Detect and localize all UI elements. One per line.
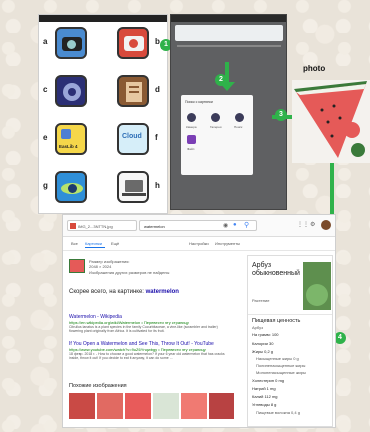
best-guess-link[interactable]: watermelon — [146, 289, 179, 295]
tile-label-f: f — [155, 133, 158, 142]
tab-tools[interactable]: Инструменты — [215, 241, 240, 246]
mic-icon[interactable]: ● — [233, 222, 237, 228]
tab-all[interactable]: Все — [71, 241, 78, 246]
step-2-badge: 2 — [215, 74, 227, 86]
image-search-dialog: Поиск с картинки Камера Галерея Поиск Фа… — [181, 95, 253, 175]
best-guess-prefix: Скорее всего, на картинке: — [69, 289, 144, 295]
kp-row: Насыщенные жиры 0 g — [256, 356, 299, 361]
search-query: watermelon — [144, 224, 165, 229]
search-input[interactable]: watermelon — [139, 220, 257, 231]
browser-status-bar — [171, 15, 286, 22]
settings-gear-icon[interactable]: ⚙ — [310, 221, 315, 228]
google-lens-app-icon[interactable] — [117, 27, 149, 59]
file-option-icon[interactable] — [187, 135, 196, 144]
search-option-icon[interactable] — [235, 113, 244, 122]
similar-image[interactable] — [181, 393, 207, 419]
file-option-label: Файл — [187, 147, 195, 151]
kp-divider — [248, 314, 332, 315]
camera-search-icon[interactable]: ◉ — [223, 222, 228, 229]
kp-row: Калий 112 mg — [252, 394, 278, 399]
tile-label-a: a — [43, 37, 48, 46]
kp-nutrition-subtitle: Арбуз — [252, 325, 263, 330]
query-thumbnail[interactable] — [69, 259, 85, 273]
kp-image[interactable] — [303, 262, 331, 310]
best-guess: Скорее всего, на картинке: watermelon — [69, 289, 179, 295]
active-tab-underline — [85, 247, 105, 248]
similar-images-row — [69, 393, 234, 423]
kp-subtitle: Растение — [252, 298, 270, 303]
gallery-option-icon[interactable] — [211, 113, 220, 122]
address-bar[interactable] — [175, 25, 283, 41]
camera-app-icon[interactable] — [55, 27, 87, 59]
apps-grid-icon[interactable]: ⋮⋮ — [297, 221, 309, 228]
easlib-app-icon[interactable]: EasLib 4 — [55, 123, 87, 155]
phone-home-screen: a b c d e EasLib 4 Cloud f g h — [38, 14, 168, 214]
eye-app-icon[interactable] — [55, 171, 87, 203]
laptop-app-icon[interactable] — [117, 171, 149, 203]
watermelon-photo — [292, 80, 370, 163]
kp-row: Калории 30 — [252, 341, 274, 346]
similar-image[interactable] — [125, 393, 151, 419]
tabs-divider — [63, 250, 335, 251]
search-icon[interactable]: ⚲ — [244, 221, 249, 229]
kp-portion: На грамм: 100 — [252, 332, 279, 337]
camera-option-icon[interactable] — [187, 113, 196, 122]
kp-row: Жиры 0,2 g — [252, 349, 274, 354]
tab-settings[interactable]: Настройки — [189, 241, 209, 246]
image-size-value: 2048 × 2024 — [89, 264, 112, 269]
gallery-option-label: Галерея — [210, 125, 222, 129]
search-option-label: Поиск — [234, 125, 243, 129]
avatar[interactable] — [321, 220, 331, 230]
similar-image[interactable] — [153, 393, 179, 419]
dialog-title: Поиск с картинки — [185, 100, 213, 104]
search-results-screenshot: IMG_2...3NTTN.jpg watermelon ◉ ● ⚲ ⋮⋮ ⚙ … — [62, 214, 336, 428]
similar-image[interactable] — [69, 393, 95, 419]
step-3-badge: 3 — [275, 109, 287, 121]
kp-nutrition-title: Пищевая ценность — [252, 318, 301, 324]
image-query-filename: IMG_2...3NTTN.jpg — [78, 224, 113, 229]
similar-image[interactable] — [209, 393, 234, 419]
browser-screenshot: Поиск с картинки Камера Галерея Поиск Фа… — [170, 14, 287, 210]
tab-images[interactable]: Картинки — [85, 241, 102, 246]
camera-option-label: Камера — [186, 125, 197, 129]
notes-app-icon[interactable] — [117, 75, 149, 107]
photo-label: photo — [303, 64, 326, 73]
tile-label-e: e — [43, 133, 48, 142]
kp-row: Натрий 1 mg — [252, 386, 276, 391]
no-other-sizes-text: Изображения других размеров не найдены — [89, 270, 170, 275]
easlib-app-label: EasLib 4 — [59, 144, 78, 149]
result-2-snippet: 18 февр. 2018 г. - How to choose a good … — [69, 352, 225, 361]
status-bar — [39, 15, 167, 22]
similar-image[interactable] — [97, 393, 123, 419]
kp-row: Углеводы 8 g — [252, 402, 277, 407]
kp-row: Мононенасыщенные жиры — [256, 370, 306, 375]
knowledge-panel: Арбуз обыкновенный Растение Пищевая ценн… — [247, 255, 333, 427]
tile-label-g: g — [43, 181, 48, 190]
image-query-chip[interactable]: IMG_2...3NTTN.jpg — [67, 220, 137, 231]
result-1-snippet: Citrullus lanatus is a plant species in … — [69, 325, 218, 334]
similar-images-title: Похожие изображения — [69, 383, 127, 389]
tile-label-d: d — [155, 85, 160, 94]
kp-row: Холестерин 0 mg — [252, 378, 285, 383]
tab-more[interactable]: Ещё — [111, 241, 119, 246]
kp-row: Пищевые волокна 0,4 g — [256, 410, 300, 415]
tile-label-h: h — [155, 181, 160, 190]
scanner-app-icon[interactable] — [55, 75, 87, 107]
cloud-app-icon[interactable]: Cloud — [117, 123, 149, 155]
kp-title: Арбуз обыкновенный — [252, 262, 300, 277]
tile-label-c: c — [43, 85, 48, 94]
loading-line — [177, 45, 281, 47]
cloud-app-label: Cloud — [122, 133, 142, 140]
kp-row: Полиненасыщенные жиры — [256, 363, 306, 368]
